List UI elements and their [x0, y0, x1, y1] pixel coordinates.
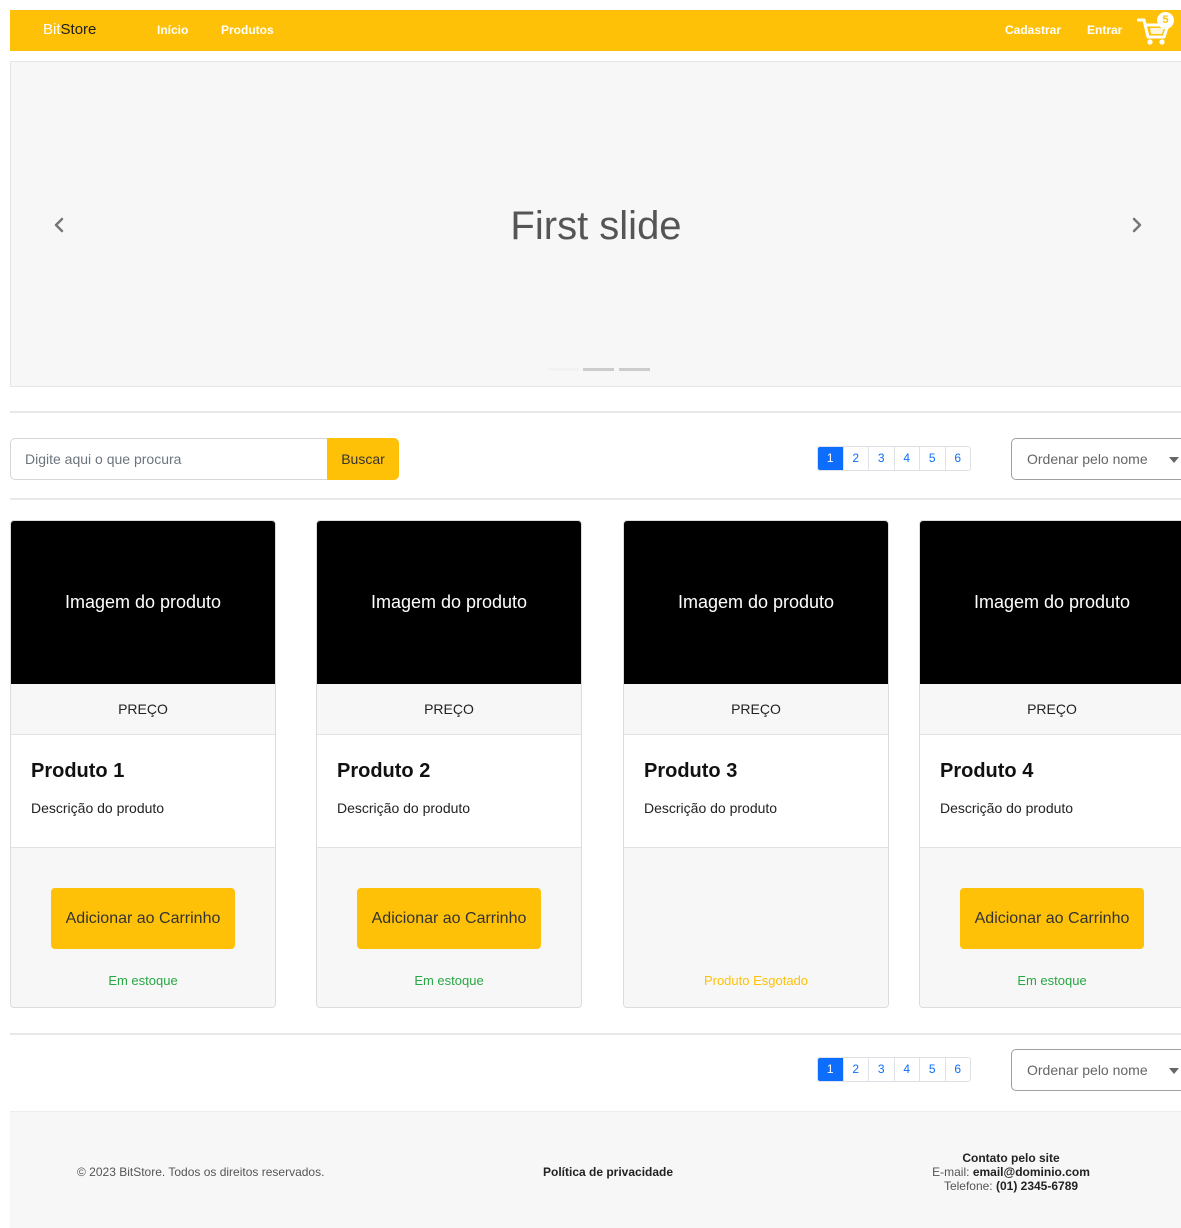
pagination-top: 1 2 3 4 5 6 — [817, 446, 971, 471]
product-image: Imagem do produto — [11, 521, 275, 684]
sort-select-bottom[interactable]: Ordenar pelo nome — [1011, 1049, 1181, 1091]
page-button-5[interactable]: 5 — [919, 1058, 945, 1081]
page-button-4[interactable]: 4 — [893, 447, 920, 470]
page-button-3[interactable]: 3 — [868, 447, 894, 470]
product-card-footer: Adicionar ao Carrinho Em estoque — [920, 847, 1181, 1007]
carousel-indicator-2[interactable] — [583, 368, 614, 371]
product-price: PREÇO — [317, 684, 581, 735]
email-label: E-mail: — [932, 1165, 970, 1179]
product-price: PREÇO — [920, 684, 1181, 735]
divider — [10, 1033, 1181, 1035]
contact-phone-line: Telefone: (01) 2345-6789 — [922, 1179, 1100, 1193]
product-price: PREÇO — [11, 684, 275, 735]
search-input[interactable] — [10, 438, 327, 480]
cart-button[interactable]: 5 — [1137, 12, 1175, 48]
contact-info: Contato pelo site E-mail: email@dominio.… — [922, 1151, 1100, 1193]
product-card-4: Imagem do produto PREÇO Produto 4 Descri… — [919, 520, 1181, 1008]
page-button-4[interactable]: 4 — [893, 1058, 920, 1081]
privacy-policy-link[interactable]: Política de privacidade — [543, 1165, 673, 1179]
carousel-next-button[interactable] — [1127, 211, 1147, 239]
carousel: First slide — [10, 61, 1181, 387]
product-card-2: Imagem do produto PREÇO Produto 2 Descri… — [316, 520, 582, 1008]
product-name: Produto 3 — [644, 760, 738, 782]
caret-down-icon — [1169, 1068, 1179, 1074]
nav-link-produtos[interactable]: Produtos — [221, 23, 274, 37]
contact-email[interactable]: email@dominio.com — [973, 1165, 1090, 1179]
contact-email-line: E-mail: email@dominio.com — [922, 1165, 1100, 1179]
sort-select-top[interactable]: Ordenar pelo nome — [1011, 438, 1181, 480]
page-button-1[interactable]: 1 — [818, 1058, 843, 1081]
product-card-footer: Adicionar ao Carrinho Em estoque — [317, 847, 581, 1007]
divider — [10, 411, 1181, 413]
stock-status: Em estoque — [414, 973, 484, 988]
footer: © 2023 BitStore. Todos os direitos reser… — [10, 1111, 1181, 1228]
add-to-cart-button[interactable]: Adicionar ao Carrinho — [51, 888, 235, 949]
sort-selected-value: Ordenar pelo nome — [1027, 451, 1148, 467]
product-image: Imagem do produto — [624, 521, 888, 684]
register-link[interactable]: Cadastrar — [1005, 23, 1061, 37]
chevron-left-icon — [54, 217, 64, 233]
stock-status: Em estoque — [1017, 973, 1087, 988]
product-name: Produto 2 — [337, 760, 431, 782]
divider — [10, 498, 1181, 500]
chevron-right-icon — [1132, 217, 1142, 233]
add-to-cart-button[interactable]: Adicionar ao Carrinho — [357, 888, 541, 949]
product-description: Descrição do produto — [337, 800, 471, 816]
product-card-footer: Adicionar ao Carrinho Em estoque — [11, 847, 275, 1007]
copyright-text: © 2023 BitStore. Todos os direitos reser… — [77, 1165, 325, 1179]
contact-title: Contato pelo site — [962, 1151, 1060, 1165]
page-button-2[interactable]: 2 — [842, 1058, 869, 1081]
navbar: BitStore Início Produtos Cadastrar Entra… — [10, 10, 1181, 51]
page-button-6[interactable]: 6 — [944, 447, 971, 470]
product-description: Descrição do produto — [940, 800, 1074, 816]
page-button-6[interactable]: 6 — [944, 1058, 971, 1081]
pagination-bottom: 1 2 3 4 5 6 — [817, 1057, 971, 1082]
add-to-cart-button[interactable]: Adicionar ao Carrinho — [960, 888, 1144, 949]
product-name: Produto 1 — [31, 760, 125, 782]
stock-status: Produto Esgotado — [703, 973, 809, 988]
page-button-2[interactable]: 2 — [842, 447, 869, 470]
brand-logo[interactable]: BitStore — [43, 21, 96, 39]
slide-title: First slide — [510, 204, 682, 248]
phone-label: Telefone: — [943, 1179, 993, 1193]
caret-down-icon — [1169, 457, 1179, 463]
product-description: Descrição do produto — [31, 800, 165, 816]
product-card-1: Imagem do produto PREÇO Produto 1 Descri… — [10, 520, 276, 1008]
product-image: Imagem do produto — [920, 521, 1181, 684]
search-button[interactable]: Buscar — [327, 438, 399, 480]
product-price: PREÇO — [624, 684, 888, 735]
carousel-indicator-1[interactable] — [548, 368, 579, 371]
page-button-3[interactable]: 3 — [868, 1058, 894, 1081]
product-description: Descrição do produto — [644, 800, 778, 816]
page-button-5[interactable]: 5 — [919, 447, 945, 470]
page-button-1[interactable]: 1 — [818, 447, 843, 470]
nav-link-inicio[interactable]: Início — [157, 23, 188, 37]
product-card-3: Imagem do produto PREÇO Produto 3 Descri… — [623, 520, 889, 1008]
brand-part-2: Store — [60, 21, 97, 38]
product-card-footer: Produto Esgotado — [624, 847, 888, 1007]
search-bar: Buscar — [10, 438, 399, 480]
carousel-indicator-3[interactable] — [619, 368, 650, 371]
login-link[interactable]: Entrar — [1087, 23, 1122, 37]
contact-phone: (01) 2345-6789 — [995, 1179, 1079, 1193]
product-image: Imagem do produto — [317, 521, 581, 684]
stock-status: Em estoque — [108, 973, 178, 988]
brand-part-1: Bit — [43, 21, 61, 38]
cart-count-badge: 5 — [1157, 12, 1174, 29]
carousel-indicators — [548, 368, 658, 372]
carousel-prev-button[interactable] — [49, 211, 69, 239]
sort-selected-value: Ordenar pelo nome — [1027, 1062, 1148, 1078]
product-name: Produto 4 — [940, 760, 1034, 782]
